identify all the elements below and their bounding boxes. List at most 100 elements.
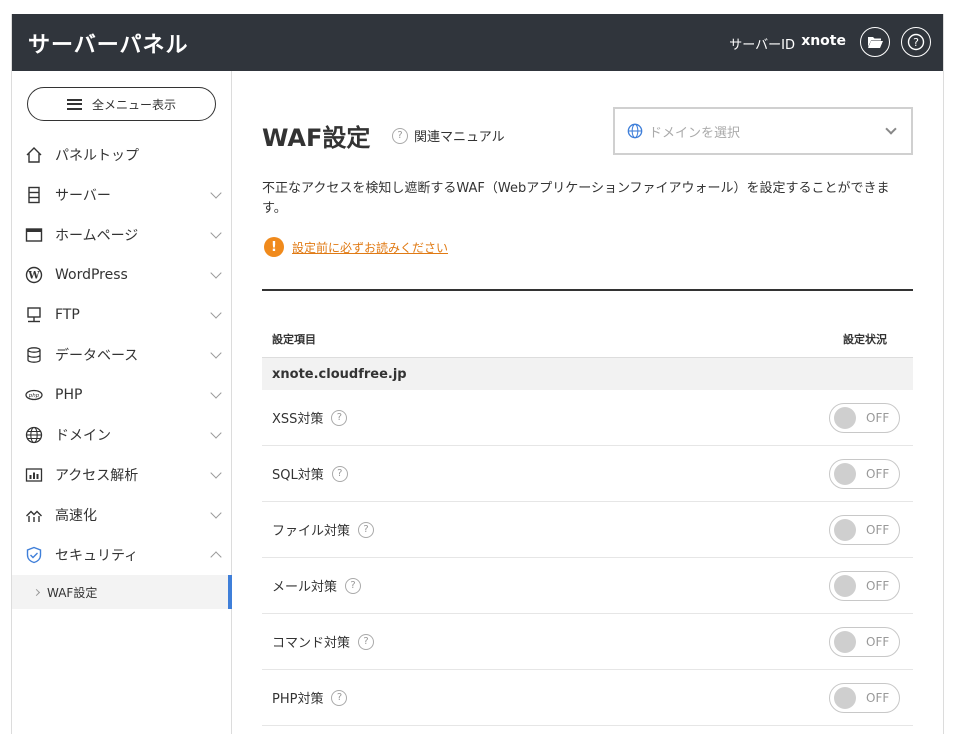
page-title: WAF設定 [262, 124, 371, 152]
sidebar-item-server[interactable]: サーバー [12, 175, 232, 215]
php-toggle[interactable]: OFF [829, 682, 900, 713]
sidebar-item-homepage[interactable]: ホームページ [12, 215, 232, 255]
wordpress-icon: W [25, 266, 43, 284]
toggle-knob [834, 574, 856, 597]
help-circle-icon[interactable]: ? [345, 577, 362, 594]
row-label: SQL対策 [272, 468, 324, 483]
table-row: メール対策? OFF [262, 558, 913, 614]
sidebar-item-label: セキュリティ [55, 548, 139, 564]
sidebar-item-label: WordPress [55, 267, 128, 283]
hamburger-icon [66, 98, 82, 110]
chevron-down-icon [210, 307, 222, 319]
toggle-knob [834, 406, 856, 429]
warning-icon: ! [264, 237, 284, 257]
app-title: サーバーパネル [28, 33, 189, 58]
sidebar-item-label: FTP [55, 307, 80, 323]
help-circle-icon[interactable]: ? [331, 465, 348, 482]
help-circle-icon: ? [392, 127, 408, 144]
sidebar-item-database[interactable]: データベース [12, 335, 232, 375]
table-header: 設定項目 設定状況 [262, 321, 913, 358]
sidebar-item-speedup[interactable]: 高速化 [12, 495, 232, 535]
help-button[interactable]: ? [901, 27, 931, 57]
help-circle-icon[interactable]: ? [331, 409, 348, 426]
command-toggle[interactable]: OFF [829, 626, 900, 657]
toggle-knob [834, 686, 856, 709]
chevron-right-icon [32, 588, 41, 596]
chevron-down-icon [210, 507, 222, 519]
table-row: SQL対策? OFF [262, 446, 913, 502]
sidebar-item-security[interactable]: セキュリティ [12, 535, 232, 575]
toggle-state: OFF [866, 690, 890, 705]
row-label: メール対策 [272, 580, 338, 595]
sidebar-item-panel-top[interactable]: パネルトップ [12, 135, 232, 175]
xss-toggle[interactable]: OFF [829, 402, 900, 433]
globe-icon [627, 123, 643, 139]
sidebar-item-php[interactable]: php PHP [12, 375, 232, 415]
help-circle-icon: ? [907, 33, 925, 51]
help-circle-icon[interactable]: ? [358, 521, 375, 538]
related-manual-link[interactable]: ? 関連マニュアル [392, 126, 505, 145]
php-icon: php [25, 386, 43, 404]
sidebar-item-wordpress[interactable]: W WordPress [12, 255, 232, 295]
toggle-knob [834, 462, 856, 485]
row-label: PHP対策 [272, 692, 324, 707]
svg-text:php: php [28, 393, 40, 399]
toggle-state: OFF [866, 522, 890, 537]
sidebar-item-label: PHP [55, 387, 83, 403]
help-circle-icon[interactable]: ? [331, 689, 348, 706]
chevron-down-icon [210, 467, 222, 479]
server-id-label: サーバーID [729, 38, 795, 53]
read-before-setting-link[interactable]: ! 設定前に必ずお読みください [264, 237, 448, 257]
toggle-knob [834, 630, 856, 653]
domain-row: xnote.cloudfree.jp [262, 358, 913, 390]
chevron-down-icon [210, 187, 222, 199]
svg-text:W: W [27, 271, 40, 282]
shield-icon [25, 546, 43, 564]
file-toggle[interactable]: OFF [829, 514, 900, 545]
app-frame: サーバーパネル サーバーID xnote ? 全メニュー表示 パネルトップ サー… [11, 14, 944, 734]
svg-text:?: ? [913, 36, 919, 49]
table-row: ファイル対策? OFF [262, 502, 913, 558]
sidebar-item-domain[interactable]: ドメイン [12, 415, 232, 455]
ftp-monitor-icon [25, 306, 43, 324]
chevron-up-icon [210, 551, 222, 563]
chevron-down-icon [210, 347, 222, 359]
toggle-state: OFF [866, 410, 890, 425]
toggle-knob [834, 518, 856, 541]
server-id-value: xnote [801, 33, 846, 49]
home-icon [25, 146, 43, 164]
sidebar-item-label: アクセス解析 [55, 468, 139, 484]
sidebar-item-ftp[interactable]: FTP [12, 295, 232, 335]
col-header-item: 設定項目 [272, 333, 316, 346]
sql-toggle[interactable]: OFF [829, 458, 900, 489]
folder-button[interactable] [860, 27, 890, 57]
header-bar: サーバーパネル サーバーID xnote ? [12, 14, 943, 71]
row-label: コマンド対策 [272, 636, 351, 651]
chevron-down-icon [210, 227, 222, 239]
help-circle-icon[interactable]: ? [358, 633, 375, 650]
page-description: 不正なアクセスを検知し遮断するWAF（Webアプリケーションファイアウォール）を… [262, 181, 890, 216]
sidebar-item-label: ホームページ [55, 228, 139, 244]
toggle-state: OFF [866, 578, 890, 593]
sidebar-item-label: サーバー [55, 188, 111, 204]
bar-chart-icon [25, 466, 43, 484]
sidebar-item-access-analytics[interactable]: アクセス解析 [12, 455, 232, 495]
section-divider [262, 289, 913, 291]
mail-toggle[interactable]: OFF [829, 570, 900, 601]
sidebar-subitem-waf[interactable]: WAF設定 [12, 575, 232, 609]
chevron-down-icon [210, 267, 222, 279]
sidebar-item-label: データベース [55, 348, 139, 364]
table-row: PHP対策? OFF [262, 670, 913, 726]
table-row: コマンド対策? OFF [262, 614, 913, 670]
all-menu-button[interactable]: 全メニュー表示 [27, 87, 216, 121]
sidebar-item-label: パネルトップ [55, 148, 139, 164]
row-label: ファイル対策 [272, 524, 351, 539]
table-row: XSS対策? OFF [262, 390, 913, 446]
server-icon [25, 186, 43, 204]
chevron-down-icon [210, 387, 222, 399]
browser-window-icon [25, 226, 43, 244]
chevron-down-icon [210, 427, 222, 439]
sidebar-subitem-label: WAF設定 [47, 585, 98, 600]
globe-icon [25, 426, 43, 444]
domain-select[interactable]: ドメインを選択 [613, 107, 913, 155]
